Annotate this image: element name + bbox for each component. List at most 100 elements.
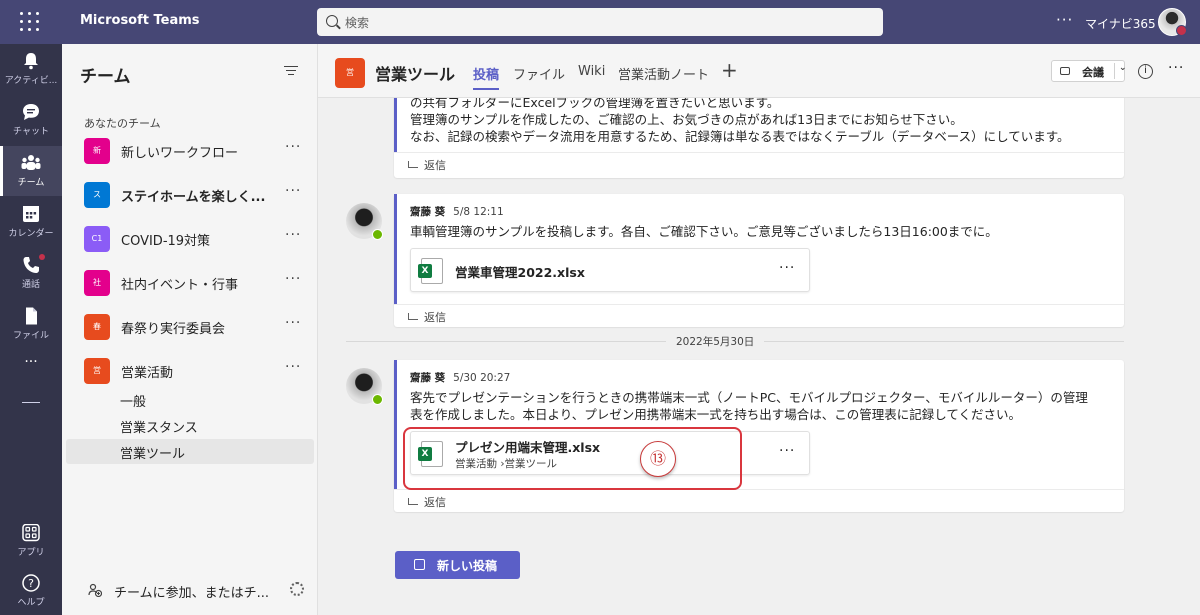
search-input[interactable]: 検索 [317,8,883,36]
compose-icon [414,559,425,570]
tab-wiki[interactable]: Wiki [578,64,605,79]
search-icon [326,15,338,27]
rail-label: アプリ [17,548,45,558]
help-icon: ? [21,574,41,592]
rail-activity[interactable]: アクティビ... [0,44,62,94]
team-avatar: C1 [84,226,110,252]
title-bar: Microsoft Teams 検索 ··· マイナビ365 [0,0,1200,44]
file-name: 営業車管理2022.xlsx [455,265,585,280]
org-name: マイナビ365 [1085,17,1156,31]
post: 齋藤 葵 5/8 12:11 車輌管理簿のサンプルを投稿します。各自、ご確認下さい… [394,194,1124,327]
team-item[interactable]: ス ステイホームを楽しく... ··· [62,178,318,214]
team-item[interactable]: 営 営業活動 ··· [62,354,318,390]
channel-name: 営業ツール [375,65,456,84]
meet-label: 会議 [1082,66,1104,79]
team-name: 営業活動 [121,366,174,381]
post-text: 客先でプレゼンテーションを行うときの携帯端末一式（ノートPC、モバイルプロジェク… [410,390,1088,405]
add-tab-button[interactable]: + [721,58,738,82]
reply-label: 返信 [424,159,446,172]
posts-feed: の共有フォルダーにExcelブックの管理簿を置きたいと思います。 管理簿のサンプ… [318,98,1200,615]
file-attachment[interactable]: 営業車管理2022.xlsx ··· [410,248,810,292]
tab-sales-notes[interactable]: 営業活動ノート [618,64,709,83]
channel-header: 営 営業ツール 投稿 ファイル Wiki 営業活動ノート + 会議 ⌄ i ··… [318,44,1200,98]
rail-label: ヘルプ [17,598,45,608]
rail-calls[interactable]: 通話 [0,248,62,298]
team-item[interactable]: 社 社内イベント・行事 ··· [62,266,318,302]
avatar[interactable] [346,368,383,405]
rail-label: カレンダー [8,229,54,239]
author-name: 齋藤 葵 [410,372,446,384]
team-avatar: ス [84,182,110,208]
post-meta: 齋藤 葵 5/8 12:11 [410,204,1110,219]
new-post-label: 新しい投稿 [437,559,498,573]
rail-divider [22,402,40,404]
post-time: 5/8 12:11 [453,206,504,218]
file-more-button[interactable]: ··· [779,443,795,459]
rail-label: ファイル [12,331,49,341]
channel-item[interactable]: 一般 [66,387,314,412]
reply-button[interactable]: 返信 [394,489,1124,511]
team-more-button[interactable]: ··· [285,359,301,375]
search-placeholder: 検索 [345,16,370,30]
post-text: 車輌管理簿のサンプルを投稿します。各自、ご確認下さい。ご意見等ございましたら13… [410,224,998,239]
step-number-badge: ⑬ [640,441,676,477]
join-team-button[interactable]: チームに参加、またはチ... [62,576,318,606]
team-more-button[interactable]: ··· [285,227,301,243]
team-item[interactable]: C1 COVID-19対策 ··· [62,222,318,258]
team-more-button[interactable]: ··· [285,315,301,331]
channel-item[interactable]: 営業スタンス [66,413,314,438]
bell-icon [21,52,41,70]
rail-more-apps[interactable]: ··· [0,354,62,404]
rail-label: チーム [17,178,45,188]
reply-button[interactable]: 返信 [394,304,1124,326]
team-more-button[interactable]: ··· [285,183,301,199]
file-more-button[interactable]: ··· [779,260,795,276]
profile-avatar[interactable] [1158,8,1187,36]
reply-icon [408,498,418,505]
team-name: ステイホームを楽しく... [121,190,266,205]
team-item[interactable]: 新 新しいワークフロー ··· [62,134,318,170]
post-meta: 齋藤 葵 5/30 20:27 [410,370,1110,385]
team-name: 新しいワークフロー [121,146,239,161]
highlight-box [403,427,742,490]
team-avatar: 社 [84,270,110,296]
rail-teams[interactable]: チーム [0,146,62,196]
meet-button[interactable]: 会議 ⌄ [1051,60,1127,82]
channel-more-button[interactable]: ··· [1168,60,1184,76]
channel-item-selected[interactable]: 営業ツール [66,439,314,464]
rail-chat[interactable]: チャット [0,95,62,145]
rail-apps[interactable]: アプリ [0,516,62,566]
filter-icon[interactable] [284,66,298,76]
tab-files[interactable]: ファイル [513,64,565,83]
team-name: COVID-19対策 [121,234,211,249]
post-text: なお、記録の検索やデータ流用を用意するため、記録簿は単なる表ではなくテーブル（デ… [410,129,1070,144]
panel-title: チーム [80,67,131,87]
rail-help[interactable]: ? ヘルプ [0,566,62,615]
team-item[interactable]: 春 春祭り実行委員会 ··· [62,310,318,346]
tab-posts[interactable]: 投稿 [473,64,500,90]
app-title: Microsoft Teams [80,13,200,28]
team-avatar: 新 [84,138,110,164]
team-avatar: 営 [84,358,110,384]
reply-button[interactable]: 返信 [394,152,1124,174]
team-more-button[interactable]: ··· [285,139,301,155]
calendar-icon [21,205,41,223]
author-name: 齋藤 葵 [410,206,446,218]
gear-icon[interactable] [290,582,304,596]
add-people-icon [88,583,103,598]
app-launcher-icon[interactable] [20,12,40,32]
chat-icon [21,103,41,121]
rail-files[interactable]: ファイル [0,299,62,349]
teams-icon [21,154,41,172]
rail-calendar[interactable]: カレンダー [0,197,62,247]
excel-file-icon [418,258,443,284]
settings-more-button[interactable]: ··· [1056,11,1073,29]
reply-label: 返信 [424,311,446,324]
team-more-button[interactable]: ··· [285,271,301,287]
team-name: 社内イベント・行事 [121,278,239,293]
new-post-button[interactable]: 新しい投稿 [395,551,520,579]
info-icon[interactable]: i [1138,64,1153,79]
avatar[interactable] [346,203,383,240]
chevron-down-icon[interactable]: ⌄ [1114,63,1127,79]
reply-icon [408,313,418,320]
